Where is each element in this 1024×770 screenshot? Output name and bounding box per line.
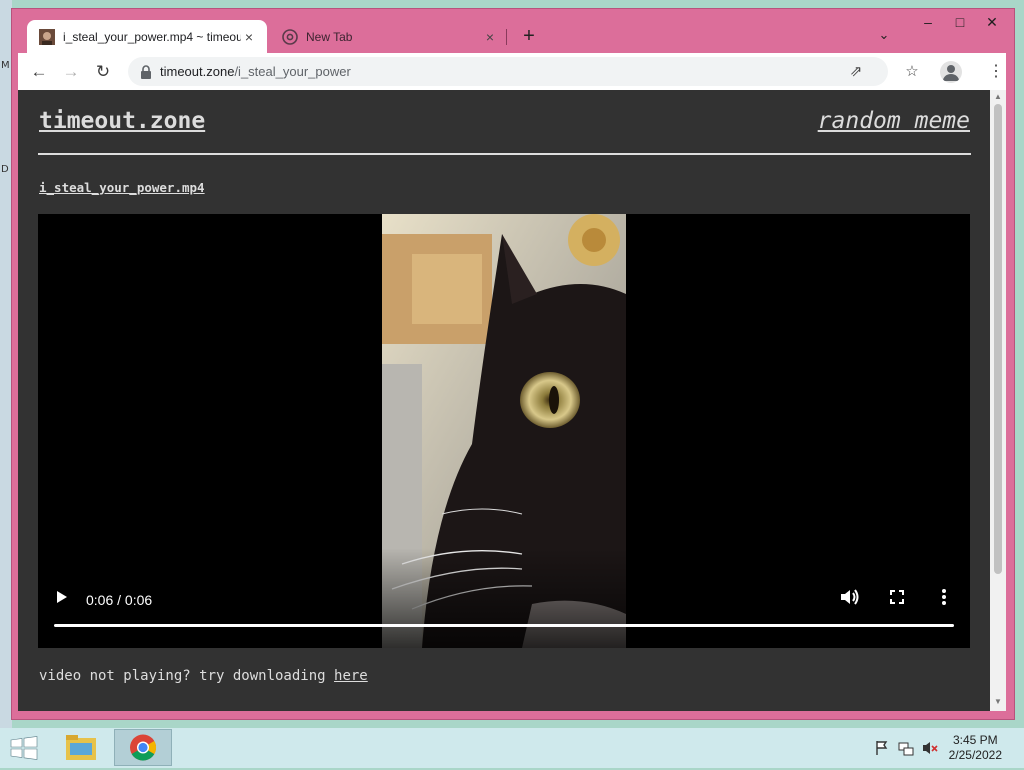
desktop-icon-label: D xyxy=(1,164,9,175)
tab-new-tab[interactable]: New Tab × xyxy=(270,20,508,53)
close-window-button[interactable]: ✕ xyxy=(976,11,1008,33)
page-scrollbar[interactable]: ▲ ▼ xyxy=(990,90,1006,711)
clock-date: 2/25/2022 xyxy=(948,748,1002,762)
forward-arrow-icon[interactable]: → xyxy=(58,59,84,85)
tab-strip: i_steal_your_power.mp4 ~ timeout.zone × … xyxy=(12,9,894,53)
tab-search-icon[interactable]: ⌄ xyxy=(874,27,894,47)
profile-avatar-icon[interactable] xyxy=(940,61,962,83)
scroll-up-icon[interactable]: ▲ xyxy=(994,93,1002,101)
file-explorer-icon[interactable] xyxy=(52,729,110,766)
url-path: /i_steal_your_power xyxy=(234,64,351,79)
bookmark-star-icon[interactable]: ☆ xyxy=(902,62,922,82)
tab-title: i_steal_your_power.mp4 ~ timeout.zone xyxy=(63,29,241,44)
share-icon[interactable]: ⇗ xyxy=(846,62,866,82)
page-viewport: timeout.zone random meme i_steal_your_po… xyxy=(18,90,990,711)
download-hint: video not playing? try downloading here xyxy=(39,668,368,684)
more-options-icon[interactable] xyxy=(940,588,948,606)
video-time: 0:06 / 0:06 xyxy=(86,592,153,608)
play-icon[interactable] xyxy=(56,590,68,604)
tab-separator xyxy=(506,29,507,45)
browser-toolbar: ← → ↻ timeout.zone/i_steal_your_power ⇗ … xyxy=(18,53,1006,90)
windows-start-icon[interactable] xyxy=(10,736,38,760)
url-host: timeout.zone xyxy=(160,64,235,79)
browser-menu-icon[interactable]: ⋮ xyxy=(988,59,1004,85)
new-tab-button[interactable]: + xyxy=(517,25,541,49)
video-thumbnail-favicon-icon xyxy=(39,28,55,45)
video-player[interactable]: 0:06 / 0:06 xyxy=(38,214,970,648)
volume-muted-icon[interactable] xyxy=(922,740,938,756)
tab-video[interactable]: i_steal_your_power.mp4 ~ timeout.zone × xyxy=(27,20,267,53)
back-arrow-icon[interactable]: ← xyxy=(26,59,52,85)
action-center-flag-icon[interactable] xyxy=(874,740,890,756)
close-tab-icon[interactable]: × xyxy=(241,29,257,45)
desktop-icon-label: M xyxy=(1,60,10,71)
tab-title: New Tab xyxy=(306,29,353,44)
taskbar-clock[interactable]: 3:45 PM 2/25/2022 xyxy=(949,733,1002,763)
chrome-icon xyxy=(130,734,157,761)
controls-overlay xyxy=(38,548,970,648)
download-link[interactable]: here xyxy=(334,668,368,684)
fullscreen-icon[interactable] xyxy=(890,590,904,604)
video-progress-bar[interactable] xyxy=(54,624,954,627)
header-divider xyxy=(38,153,971,155)
file-name-link[interactable]: i_steal_your_power.mp4 xyxy=(39,180,205,195)
close-tab-icon[interactable]: × xyxy=(482,29,498,45)
scrollbar-thumb[interactable] xyxy=(994,104,1002,574)
chrome-taskbar-button[interactable] xyxy=(114,729,172,766)
network-icon[interactable] xyxy=(898,740,914,756)
address-bar[interactable]: timeout.zone/i_steal_your_power ⇗ xyxy=(128,57,888,86)
site-title-link[interactable]: timeout.zone xyxy=(39,108,205,134)
maximize-button[interactable]: □ xyxy=(944,11,976,33)
browser-window: i_steal_your_power.mp4 ~ timeout.zone × … xyxy=(11,8,1015,720)
hint-text: video not playing? try downloading xyxy=(39,668,335,684)
taskbar: 3:45 PM 2/25/2022 xyxy=(0,728,1024,768)
reload-icon[interactable]: ↻ xyxy=(90,59,116,85)
scroll-down-icon[interactable]: ▼ xyxy=(994,698,1002,706)
random-meme-link[interactable]: random meme xyxy=(818,108,970,134)
url-text: timeout.zone/i_steal_your_power xyxy=(160,64,351,79)
clock-time: 3:45 PM xyxy=(952,733,998,747)
lock-icon xyxy=(141,64,151,79)
chrome-icon xyxy=(282,28,298,45)
minimize-button[interactable]: – xyxy=(912,11,944,33)
window-controls: – □ ✕ xyxy=(912,11,1008,33)
volume-icon[interactable] xyxy=(840,588,860,606)
